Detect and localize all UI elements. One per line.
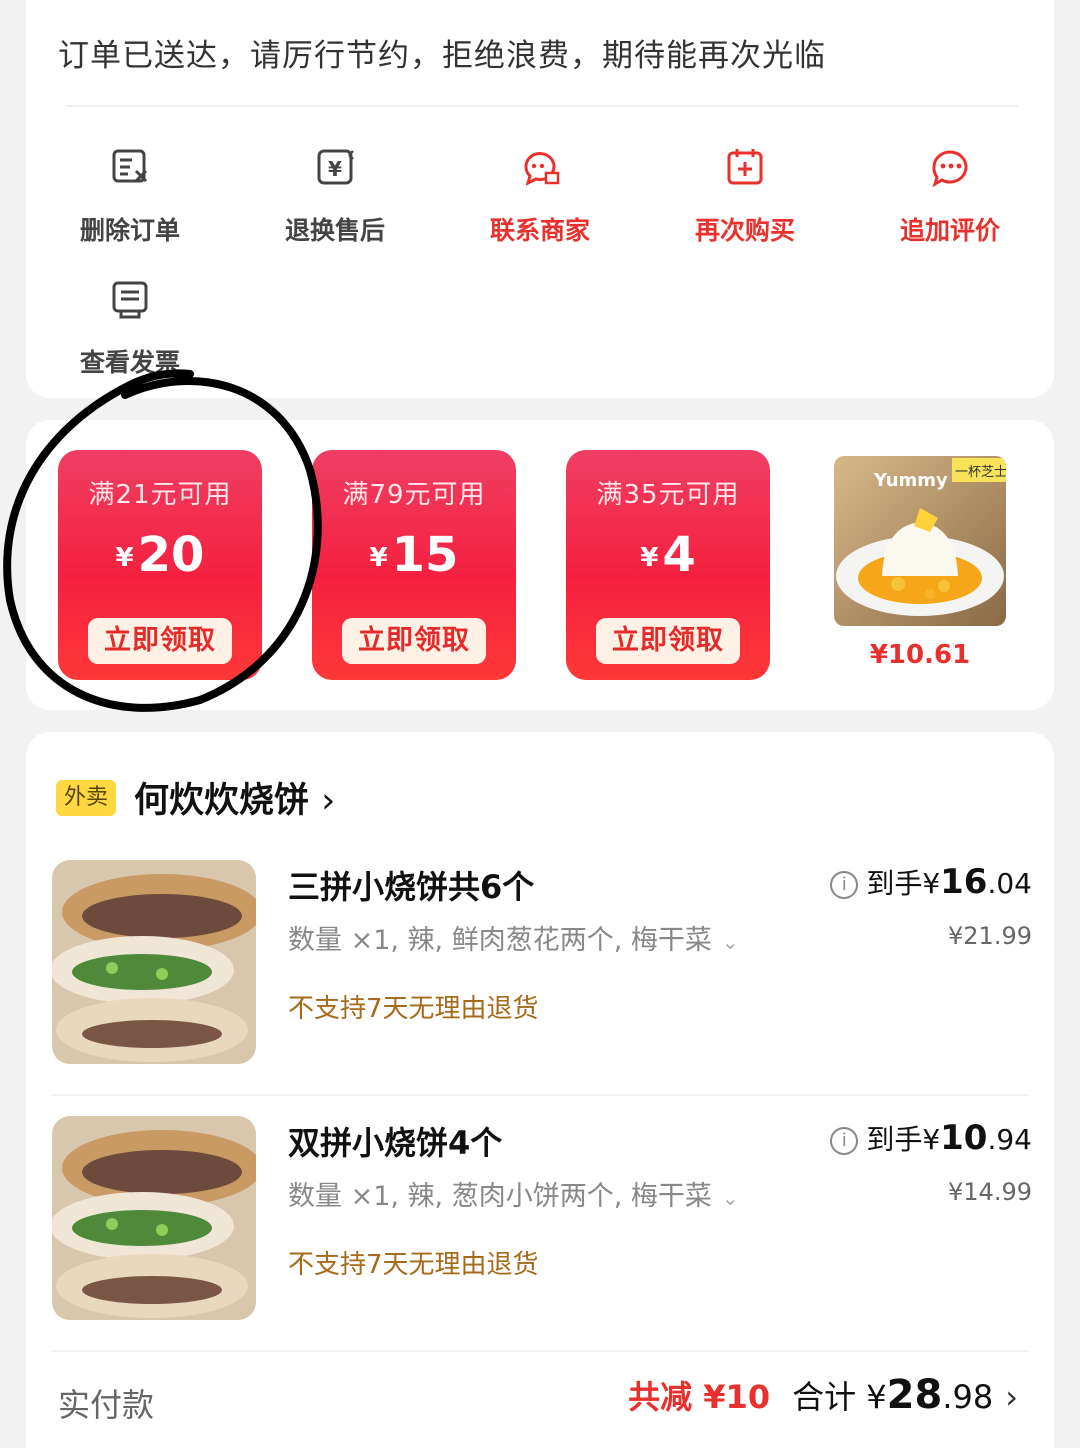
item-thumbnail xyxy=(52,1116,256,1320)
discount-total: 共减 ¥10 xyxy=(628,1378,771,1416)
svg-text:Yummy: Yummy xyxy=(873,470,948,491)
order-item[interactable]: 双拼小烧饼4个 数量 ×1, 辣, 葱肉小饼两个, 梅干菜 ⌄ 不支持7天无理由退… xyxy=(52,1116,1032,1326)
claim-coupon-button[interactable]: 立即领取 xyxy=(88,618,232,664)
coupon-amount: ¥20 xyxy=(115,527,205,583)
item-thumbnail xyxy=(52,860,256,1064)
buy-again-icon xyxy=(727,149,763,185)
return-exchange-icon: ¥ xyxy=(317,149,354,185)
contact-merchant-button[interactable]: 联系商家 xyxy=(460,145,620,247)
coupon-condition: 满79元可用 xyxy=(342,480,486,510)
item-spec[interactable]: 数量 ×1, 辣, 葱肉小饼两个, 梅干菜 ⌄ xyxy=(288,1174,739,1213)
item-name: 三拼小烧饼共6个 xyxy=(288,868,535,906)
order-items-card: 外卖 何炊炊烧饼 › 三拼小烧饼共6个 数量 ×1, 辣, 鲜肉葱花两个, 梅干… xyxy=(26,732,1054,1448)
coupon-amount: ¥15 xyxy=(369,527,459,583)
action-label: 联系商家 xyxy=(489,216,590,245)
coupon-15[interactable]: 满79元可用 ¥15 立即领取 xyxy=(312,450,516,680)
shop-name-link[interactable]: 何炊炊烧饼 › xyxy=(134,772,335,823)
coupon-4[interactable]: 满35元可用 ¥4 立即领取 xyxy=(566,450,770,680)
coupon-20[interactable]: 满21元可用 ¥20 立即领取 xyxy=(58,450,262,680)
final-price: i 到手¥10.94 xyxy=(830,1118,1032,1158)
shop-name: 何炊炊烧饼 xyxy=(134,781,310,821)
chevron-down-icon: ⌄ xyxy=(721,1186,739,1210)
svg-text:一杯芝士: 一杯芝士 xyxy=(955,464,1006,480)
payment-summary[interactable]: 共减 ¥10 合计 ¥28.98 › xyxy=(628,1372,1018,1418)
original-price: ¥14.99 xyxy=(948,1178,1032,1206)
item-spec[interactable]: 数量 ×1, 辣, 鲜肉葱花两个, 梅干菜 ⌄ xyxy=(288,918,739,957)
divider xyxy=(52,1094,1028,1096)
view-invoice-button[interactable]: 查看发票 xyxy=(50,277,210,379)
return-exchange-button[interactable]: ¥ 退换售后 xyxy=(255,145,415,247)
add-review-button[interactable]: 追加评价 xyxy=(870,145,1030,247)
order-status-message: 订单已送达，请厉行节约，拒绝浪费，期待能再次光临 xyxy=(58,38,826,74)
item-name: 双拼小烧饼4个 xyxy=(288,1124,503,1162)
promo-dessert-image[interactable]: Yummy 一杯芝士 xyxy=(834,456,1006,626)
info-icon[interactable]: i xyxy=(830,1127,859,1155)
return-policy: 不支持7天无理由退货 xyxy=(288,994,539,1024)
coupon-condition: 满21元可用 xyxy=(88,480,232,510)
divider xyxy=(52,1350,1028,1352)
claim-coupon-button[interactable]: 立即领取 xyxy=(342,618,486,664)
order-detail-page: 订单已送达，请厉行节约，拒绝浪费，期待能再次光临 删除订单 ¥ 退换售后 联系商… xyxy=(0,0,1080,1448)
payment-label: 实付款 xyxy=(58,1386,155,1424)
action-label: 追加评价 xyxy=(899,216,1000,245)
delete-order-icon xyxy=(112,149,148,183)
order-item[interactable]: 三拼小烧饼共6个 数量 ×1, 辣, 鲜肉葱花两个, 梅干菜 ⌄ 不支持7天无理由… xyxy=(52,860,1032,1070)
info-icon[interactable]: i xyxy=(830,871,859,899)
action-label: 退换售后 xyxy=(284,216,385,245)
final-price: i 到手¥16.04 xyxy=(830,862,1032,902)
original-price: ¥21.99 xyxy=(948,922,1032,950)
chevron-down-icon: ⌄ xyxy=(721,930,739,954)
coupon-condition: 满35元可用 xyxy=(596,480,740,510)
svg-text:¥: ¥ xyxy=(328,157,342,181)
chevron-right-icon: › xyxy=(1005,1378,1018,1416)
action-label: 再次购买 xyxy=(694,216,795,245)
claim-coupon-button[interactable]: 立即领取 xyxy=(596,618,740,664)
return-policy: 不支持7天无理由退货 xyxy=(288,1250,539,1280)
coupon-card: 满21元可用 ¥20 立即领取 满79元可用 ¥15 立即领取 满35元可用 ¥… xyxy=(26,420,1054,710)
buy-again-button[interactable]: 再次购买 xyxy=(665,145,825,247)
order-status-card: 订单已送达，请厉行节约，拒绝浪费，期待能再次光临 删除订单 ¥ 退换售后 联系商… xyxy=(26,0,1054,398)
add-review-icon xyxy=(932,150,968,188)
coupon-amount: ¥4 xyxy=(640,527,696,583)
view-invoice-icon xyxy=(112,281,148,319)
promo-price: ¥10.61 xyxy=(869,640,971,670)
contact-merchant-icon xyxy=(524,152,560,186)
action-label: 删除订单 xyxy=(79,216,180,245)
grand-total: 合计 ¥28.98 xyxy=(792,1372,994,1418)
action-label: 查看发票 xyxy=(79,348,180,377)
chevron-right-icon: › xyxy=(321,781,336,821)
delivery-tag: 外卖 xyxy=(56,780,117,816)
delete-order-button[interactable]: 删除订单 xyxy=(50,145,210,247)
divider xyxy=(66,105,1018,107)
